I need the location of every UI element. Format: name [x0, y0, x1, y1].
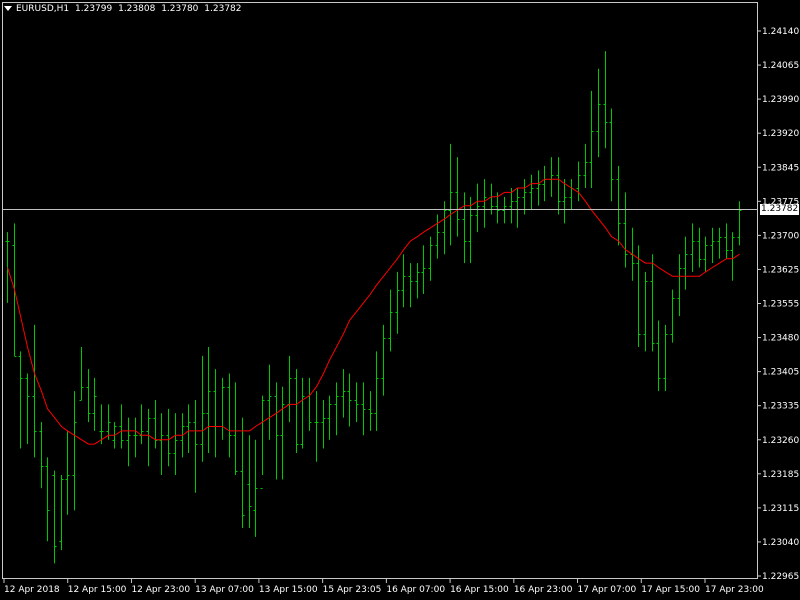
time-tick-label: 15 Apr 23:05: [323, 585, 382, 595]
time-tick-label: 12 Apr 23:00: [131, 585, 190, 595]
current-price-tag: 1.23782: [760, 204, 800, 215]
price-chart[interactable]: 1.24140 1.24065 1.23990 1.23920 1.23845 1.237…: [0, 0, 800, 600]
time-tick-label: 17 Apr 15:00: [641, 585, 700, 595]
low-price: 1.23780: [161, 4, 199, 14]
time-tick-label: 16 Apr 07:00: [386, 585, 445, 595]
time-tick-label: 13 Apr 15:00: [259, 585, 318, 595]
symbol-label: EURUSD,H1: [16, 4, 70, 14]
dropdown-triangle-icon[interactable]: [4, 6, 12, 11]
price-tick-label: 1.23185: [762, 470, 799, 480]
price-tick-label: 1.23480: [762, 334, 799, 344]
price-tick-label: 1.23555: [762, 300, 799, 310]
price-tick-label: 1.22965: [762, 572, 799, 582]
price-tick-label: 1.23260: [762, 436, 799, 446]
price-tick-label: 1.23625: [762, 265, 799, 275]
price-tick-label: 1.24140: [762, 27, 799, 37]
close-price: 1.23782: [204, 4, 242, 14]
price-tick-label: 1.23040: [762, 538, 799, 548]
price-tick-label: 1.23920: [762, 129, 799, 139]
time-tick-label: 17 Apr 23:00: [705, 585, 764, 595]
time-tick-label: 16 Apr 23:00: [514, 585, 573, 595]
open-price: 1.23799: [75, 4, 113, 14]
time-tick-label: 17 Apr 07:00: [578, 585, 637, 595]
price-tick-label: 1.23990: [762, 95, 799, 105]
symbol-header[interactable]: EURUSD,H1 1.23799 1.23808 1.23780 1.2378…: [4, 4, 245, 14]
time-tick-label: 12 Apr 15:00: [68, 585, 127, 595]
price-tick-label: 1.23335: [762, 402, 799, 412]
price-tick-label: 1.23405: [762, 368, 799, 378]
price-tick-label: 1.23845: [762, 163, 799, 173]
high-price: 1.23808: [118, 4, 156, 14]
price-tick-label: 1.23115: [762, 504, 799, 514]
time-tick-label: 12 Apr 2018: [4, 585, 60, 595]
time-tick-label: 16 Apr 15:00: [450, 585, 509, 595]
time-tick-label: 13 Apr 07:00: [195, 585, 254, 595]
price-tick-label: 1.23700: [762, 231, 799, 241]
price-tick-label: 1.24065: [762, 61, 799, 71]
